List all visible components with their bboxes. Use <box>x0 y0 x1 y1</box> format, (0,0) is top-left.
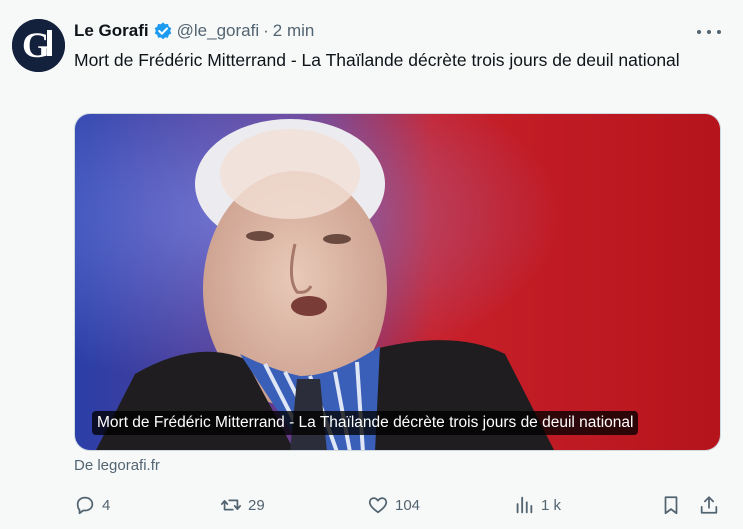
like-button[interactable]: 104 <box>367 491 420 519</box>
avatar-letter: G <box>22 25 50 65</box>
reply-icon <box>74 494 96 516</box>
verified-icon <box>153 21 173 41</box>
action-bar: 4 29 104 1 k <box>74 491 724 519</box>
reply-count: 4 <box>102 496 111 514</box>
card-source[interactable]: De legorafi.fr <box>74 457 160 474</box>
card-image <box>75 114 720 450</box>
like-count: 104 <box>395 496 421 514</box>
author-handle[interactable]: @le_gorafi <box>177 21 259 41</box>
retweet-icon <box>220 494 242 516</box>
reply-button[interactable]: 4 <box>74 491 110 519</box>
link-card[interactable]: Mort de Frédéric Mitterrand - La Thaïlan… <box>74 113 721 451</box>
bookmark-button[interactable] <box>660 491 682 519</box>
author-name[interactable]: Le Gorafi <box>74 21 149 41</box>
tweet-header: Le Gorafi @le_gorafi · 2 min <box>74 19 314 43</box>
views-count: 1 k <box>541 496 562 514</box>
tweet[interactable]: G Le Gorafi @le_gorafi · 2 min Mort de F… <box>0 0 743 529</box>
like-icon <box>367 494 389 516</box>
timestamp[interactable]: 2 min <box>273 21 315 41</box>
bookmark-icon <box>660 494 682 516</box>
retweet-button[interactable]: 29 <box>220 491 265 519</box>
views-icon <box>513 494 535 516</box>
separator: · <box>263 21 269 40</box>
views-button[interactable]: 1 k <box>513 491 561 519</box>
share-icon <box>698 494 720 516</box>
avatar[interactable]: G <box>12 19 65 72</box>
tweet-text: Mort de Frédéric Mitterrand - La Thaïlan… <box>74 50 680 70</box>
retweet-count: 29 <box>248 496 265 514</box>
more-icon[interactable] <box>697 23 721 41</box>
card-caption: Mort de Frédéric Mitterrand - La Thaïlan… <box>92 411 639 435</box>
share-button[interactable] <box>698 491 720 519</box>
